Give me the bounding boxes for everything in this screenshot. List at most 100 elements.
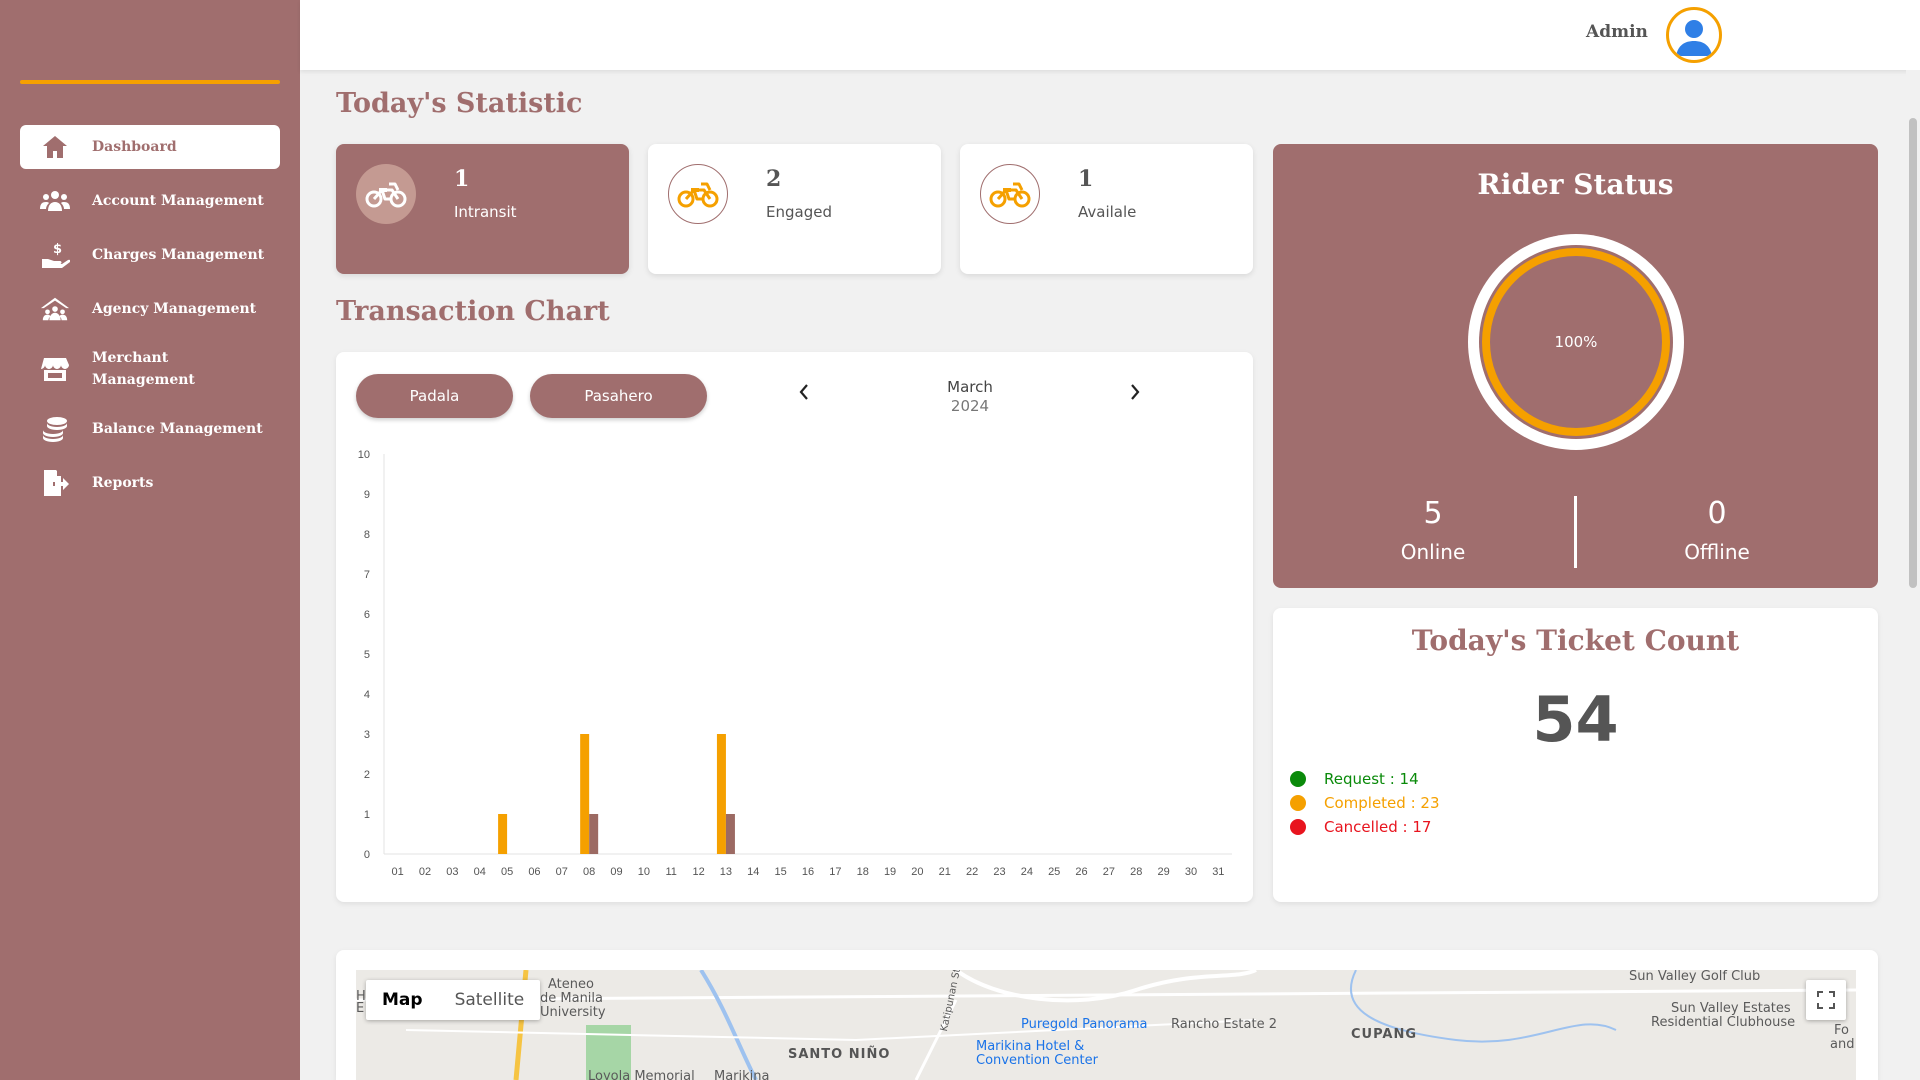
sidebar-item-balance-management[interactable]: Balance Management — [20, 407, 280, 451]
next-month-button[interactable] — [1129, 382, 1141, 408]
x-tick-label: 06 — [528, 866, 540, 878]
map-label-ateneo-2: de Manila — [540, 991, 603, 1006]
sidebar-item-label: Reports — [92, 475, 154, 491]
x-tick-label: 17 — [829, 866, 841, 878]
pasahero-button[interactable]: Pasahero — [530, 374, 707, 418]
chart-bar — [589, 814, 599, 854]
stat-card-engaged[interactable]: 2 Engaged — [648, 144, 941, 274]
chart-bar — [716, 734, 726, 854]
merchant-label-line2: Management — [92, 372, 195, 388]
x-tick-label: 15 — [775, 866, 787, 878]
transaction-chart-title: Transaction Chart — [336, 296, 610, 327]
x-tick-label: 01 — [392, 866, 404, 878]
map-type-satellite-button[interactable]: Satellite — [439, 980, 541, 1020]
user-avatar[interactable] — [1666, 7, 1722, 63]
page-scrollbar[interactable] — [1906, 70, 1920, 1080]
x-tick-label: 30 — [1185, 866, 1197, 878]
stat-card-available[interactable]: 1 Availale — [960, 144, 1253, 274]
cancelled-text: Cancelled : 17 — [1324, 818, 1432, 836]
map-label-and: and — [1830, 1037, 1855, 1052]
month-label: March 2024 — [920, 378, 1020, 416]
sidebar-item-label: Balance Management — [92, 421, 263, 437]
agency-icon — [40, 295, 70, 323]
sidebar-item-dashboard[interactable]: Dashboard — [20, 125, 280, 169]
brand-divider — [20, 80, 280, 84]
map-label-puregold: Puregold Panorama — [1021, 1017, 1148, 1032]
sidebar: Dashboard Account Management $ Charges M… — [0, 0, 300, 1080]
y-tick-label: 6 — [364, 609, 370, 621]
motorcycle-icon — [980, 164, 1040, 224]
home-icon — [40, 133, 70, 161]
x-tick-label: 21 — [939, 866, 951, 878]
x-tick-label: 08 — [583, 866, 595, 878]
x-tick-label: 25 — [1048, 866, 1060, 878]
x-tick-label: 11 — [666, 866, 677, 878]
x-tick-label: 27 — [1103, 866, 1115, 878]
x-tick-label: 03 — [446, 866, 458, 878]
rider-divider — [1574, 496, 1577, 568]
map-label-ateneo-3: University — [540, 1005, 606, 1020]
map-view[interactable]: H E Ateneo de Manila University SANTO NI… — [356, 970, 1856, 1080]
chevron-right-icon — [1131, 384, 1140, 400]
scrollbar-thumb[interactable] — [1909, 118, 1917, 588]
y-tick-label: 7 — [364, 569, 370, 581]
stat-label: Intransit — [454, 203, 517, 221]
map-label-rancho: Rancho Estate 2 — [1171, 1017, 1277, 1032]
x-tick-label: 02 — [419, 866, 431, 878]
offline-count: 0 — [1707, 496, 1727, 531]
padala-button[interactable]: Padala — [356, 374, 513, 418]
map-type-toggle: Map Satellite — [366, 980, 541, 1020]
store-icon — [40, 355, 70, 383]
sidebar-nav: Dashboard Account Management $ Charges M… — [20, 125, 280, 515]
map-label-santo-nino: SANTO NIÑO — [788, 1047, 891, 1062]
statistic-title: Today's Statistic — [336, 88, 583, 119]
map-label-sun-valley-estates: Sun Valley Estates — [1671, 1001, 1791, 1016]
stat-card-intransit[interactable]: 1 Intransit — [336, 144, 629, 274]
user-name[interactable]: Admin — [1586, 22, 1648, 42]
map-type-map-button[interactable]: Map — [366, 980, 439, 1020]
x-tick-label: 16 — [802, 866, 814, 878]
prev-month-button[interactable] — [798, 382, 810, 408]
legend-completed: Completed : 23 — [1290, 794, 1440, 812]
x-tick-label: 13 — [720, 866, 732, 878]
chevron-left-icon — [799, 384, 808, 400]
x-tick-label: 05 — [501, 866, 513, 878]
sidebar-item-reports[interactable]: Reports — [20, 461, 280, 505]
hand-dollar-icon: $ — [40, 241, 70, 269]
x-tick-label: 09 — [610, 866, 622, 878]
motorcycle-icon — [668, 164, 728, 224]
stat-label: Engaged — [766, 203, 832, 221]
x-tick-label: 24 — [1021, 866, 1033, 878]
request-dot-icon — [1290, 771, 1306, 787]
online-count: 5 — [1423, 496, 1443, 531]
offline-label: Offline — [1684, 540, 1750, 564]
map-label-sun-valley-estates-2: Residential Clubhouse — [1651, 1015, 1796, 1030]
completed-text: Completed : 23 — [1324, 794, 1440, 812]
fullscreen-icon — [1817, 991, 1835, 1009]
month-year: 2024 — [950, 397, 990, 415]
sidebar-item-agency-management[interactable]: Agency Management — [20, 287, 280, 331]
sidebar-item-label: Dashboard — [92, 139, 177, 155]
x-tick-label: 07 — [556, 866, 568, 878]
transaction-bar-chart: 01234567891001 02 03 04 05 06 07 08 09 10 11 12 13 14… — [358, 449, 1232, 878]
online-label: Online — [1400, 540, 1466, 564]
x-tick-label: 20 — [911, 866, 923, 878]
sidebar-item-label: Charges Management — [92, 247, 265, 263]
x-tick-label: 31 — [1212, 866, 1224, 878]
cancelled-dot-icon — [1290, 819, 1306, 835]
map-label-marikina-hotel-2: Convention Center — [976, 1053, 1098, 1068]
map-label-cupang: CUPANG — [1351, 1027, 1418, 1042]
sidebar-item-account-management[interactable]: Account Management — [20, 179, 280, 223]
y-tick-label: 2 — [364, 769, 370, 781]
merchant-label-line1: Merchant — [92, 350, 169, 366]
map-label-marikina-hotel: Marikina Hotel & — [976, 1039, 1085, 1054]
user-icon — [1676, 20, 1712, 56]
map-fullscreen-button[interactable] — [1806, 980, 1846, 1020]
sidebar-item-charges-management[interactable]: $ Charges Management — [20, 233, 280, 277]
chart-bar — [580, 734, 590, 854]
stat-label: Availale — [1078, 203, 1137, 221]
x-tick-label: 19 — [884, 866, 896, 878]
rider-status-title: Rider Status — [1477, 168, 1674, 201]
sidebar-item-merchant-management[interactable]: Merchant Management — [20, 341, 280, 397]
map-label-fo: Fo — [1834, 1023, 1849, 1038]
